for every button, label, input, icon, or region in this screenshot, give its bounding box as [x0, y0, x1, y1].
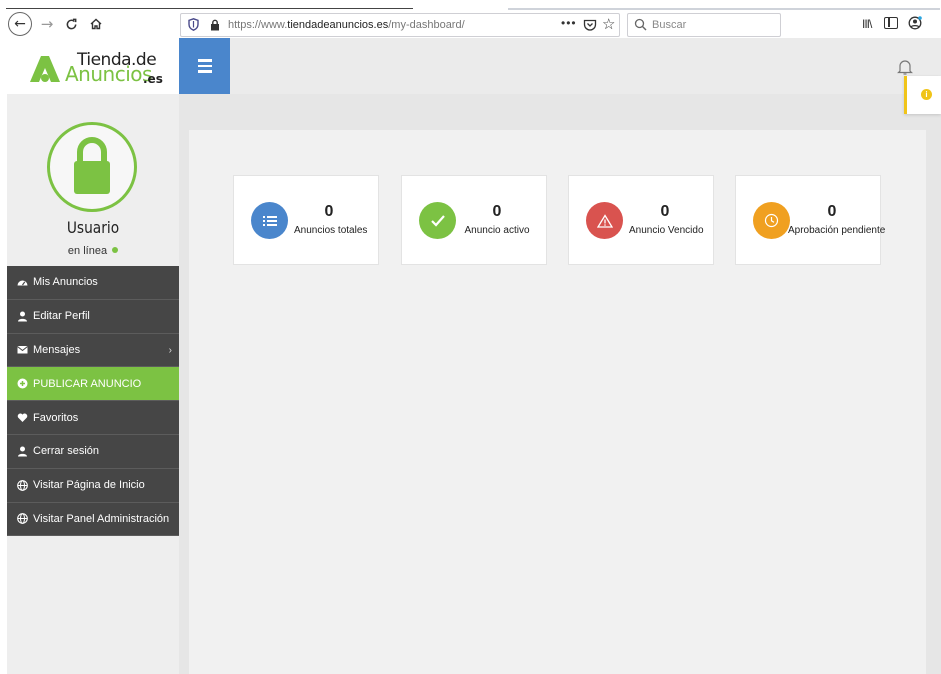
arrow-left-icon: ← [14, 16, 26, 32]
url-text[interactable]: https://www.tiendadeanuncios.es/my-dashb… [228, 19, 465, 31]
lock-icon [74, 137, 110, 194]
home-button[interactable] [84, 12, 108, 36]
stat-value: 0 [660, 203, 670, 220]
stat-label: Anuncio activo [464, 225, 530, 236]
clock-icon [764, 213, 779, 228]
sidebar-item-label: Visitar Página de Inicio [33, 479, 145, 492]
stat-value: 0 [492, 203, 502, 220]
bell-icon[interactable] [896, 58, 914, 76]
reload-icon [66, 18, 76, 29]
library-icon[interactable]: III\ [862, 17, 872, 31]
online-dot-icon [112, 247, 119, 253]
main-content: 0 Anuncios totales 0 Anuncio activo 0 An… [189, 130, 926, 674]
stat-label: Anuncio Vencido [629, 225, 704, 236]
hamburger-bar [197, 70, 212, 73]
lock-icon[interactable] [210, 19, 220, 31]
sidebar-item-publicar-anuncio[interactable]: PUBLICAR ANUNCIO [7, 367, 179, 402]
sidebar-item-label: Editar Perfil [33, 310, 90, 323]
search-input[interactable] [652, 17, 772, 33]
user-icon [18, 446, 27, 457]
heart-icon [17, 413, 28, 423]
stat-card-pending[interactable]: 0 Aprobación pendiente [735, 175, 886, 265]
plus-circle-icon [17, 378, 28, 389]
user-status: en línea [7, 245, 179, 257]
user-profile: Usuario en línea [7, 94, 179, 266]
sidebar-item-label: Favoritos [33, 411, 79, 424]
search-box[interactable] [627, 13, 781, 37]
globe-icon [17, 479, 28, 491]
warning-icon [596, 213, 613, 228]
stat-icon-circle [251, 202, 288, 239]
tab-strip-line-right [508, 8, 940, 10]
stat-icon-circle [753, 202, 790, 239]
sidebar-item-favoritos[interactable]: Favoritos [7, 401, 179, 435]
address-bar[interactable]: https://www.tiendadeanuncios.es/my-dashb… [180, 13, 620, 37]
logo-text-bottom: Anuncios [65, 62, 152, 86]
sidebar-item-cerrar-sesion[interactable]: Cerrar sesión [7, 434, 179, 469]
user-status-label: en línea [67, 245, 108, 257]
sidebar-item-editar-perfil[interactable]: Editar Perfil [7, 299, 179, 334]
sidebar-item-mensajes[interactable]: Mensajes › [7, 333, 179, 368]
pocket-icon[interactable] [583, 18, 597, 32]
arrow-right-icon: → [40, 15, 54, 33]
stat-icon-circle [419, 202, 456, 239]
stat-card-total[interactable]: 0 Anuncios totales [233, 175, 379, 265]
globe-icon [17, 513, 28, 525]
stat-value: 0 [324, 203, 334, 220]
hamburger-bar [197, 59, 212, 62]
stat-value: 0 [827, 203, 837, 220]
sidebar-item-visitar-admin[interactable]: Visitar Panel Administración [7, 502, 179, 537]
info-icon: i [921, 89, 932, 100]
dashboard-icon [17, 280, 28, 286]
account-icon[interactable] [908, 16, 922, 30]
sidebar-toggle-icon[interactable] [884, 17, 898, 29]
sidebar-menu: Mis Anuncios Editar Perfil Mensajes › PU… [7, 266, 179, 537]
bookmark-star-icon[interactable]: ☆ [602, 15, 615, 33]
sidebar-item-mis-anuncios[interactable]: Mis Anuncios [7, 266, 179, 300]
reload-button[interactable] [59, 12, 83, 36]
home-icon [90, 18, 102, 30]
avatar[interactable] [47, 122, 137, 212]
browser-toolbar: ← → https://www.tiendadeanuncios.es/my-d… [0, 0, 941, 38]
user-name: Usuario [66, 218, 120, 237]
sidebar: Tienda.de Anuncios .es Usuario en línea … [7, 38, 179, 674]
envelope-icon [17, 346, 28, 354]
stat-label: Anuncios totales [294, 225, 368, 236]
stat-label: Aprobación pendiente [788, 225, 886, 236]
logo-text-suffix: .es [143, 72, 163, 86]
top-bar [179, 38, 941, 94]
stat-icon-circle [586, 202, 623, 239]
shield-icon[interactable] [188, 18, 199, 31]
page-actions-button[interactable]: ••• [561, 16, 577, 30]
user-icon [18, 311, 27, 322]
tab-strip-line [6, 8, 413, 9]
logo-mark-icon [30, 56, 60, 82]
dashboard-page: Tienda.de Anuncios .es Usuario en línea … [7, 38, 941, 674]
list-icon [262, 215, 277, 226]
search-icon [634, 18, 647, 31]
check-icon [430, 215, 445, 227]
hamburger-bar [197, 64, 212, 68]
sidebar-item-label: Visitar Panel Administración [33, 512, 170, 525]
forward-button[interactable]: → [35, 12, 59, 36]
sidebar-item-label: Mis Anuncios [33, 276, 98, 289]
notification-popover[interactable]: i [904, 76, 941, 114]
back-button[interactable]: ← [8, 12, 32, 36]
stat-card-expired[interactable]: 0 Anuncio Vencido [568, 175, 714, 265]
site-logo[interactable]: Tienda.de Anuncios .es [7, 38, 179, 94]
chevron-right-icon: › [168, 344, 172, 356]
menu-toggle-button[interactable] [179, 38, 230, 94]
sidebar-item-label: PUBLICAR ANUNCIO [33, 377, 142, 390]
sidebar-item-label: Mensajes [33, 343, 81, 356]
stat-card-active[interactable]: 0 Anuncio activo [401, 175, 547, 265]
sidebar-item-label: Cerrar sesión [33, 445, 100, 458]
sidebar-item-visitar-inicio[interactable]: Visitar Página de Inicio [7, 468, 179, 503]
